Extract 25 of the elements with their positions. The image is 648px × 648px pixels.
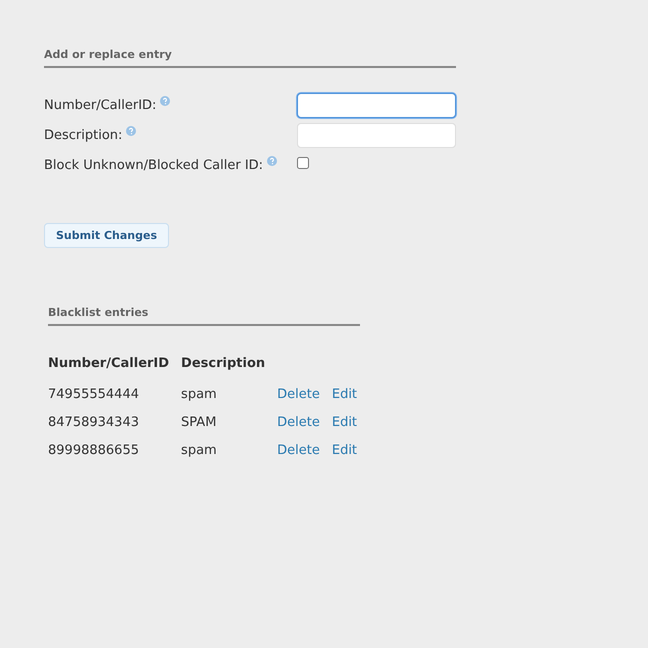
action-link[interactable]: Edit <box>332 442 358 458</box>
table-cell-text: 89998886655 <box>48 442 140 460</box>
field-label: Block Unknown/Blocked Caller ID: <box>44 158 264 173</box>
section-title: Blacklist entries <box>48 306 360 326</box>
table-cell-text: spam <box>181 386 218 404</box>
help-icon[interactable] <box>160 96 170 106</box>
action-link[interactable]: Edit <box>332 386 358 402</box>
checkbox[interactable] <box>297 157 309 169</box>
submit-button[interactable]: Submit Changes <box>44 223 169 248</box>
field-label: Description: <box>44 128 122 143</box>
column-header: Number/CallerID <box>48 354 170 372</box>
action-link[interactable]: Delete <box>277 386 320 402</box>
action-link[interactable]: Delete <box>277 442 320 458</box>
table-cell-text: 74955554444 <box>48 386 140 404</box>
input-field[interactable] <box>297 93 456 118</box>
help-icon[interactable] <box>126 126 136 136</box>
column-header: Description <box>181 354 266 372</box>
table-cell-text: 84758934343 <box>48 414 140 432</box>
section-title: Add or replace entry <box>44 48 456 68</box>
action-link[interactable]: Delete <box>277 414 320 430</box>
table-cell-text: SPAM <box>181 414 218 432</box>
field-label: Number/CallerID: <box>44 98 156 113</box>
table-cell-text: spam <box>181 442 218 460</box>
action-link[interactable]: Edit <box>332 414 358 430</box>
help-icon[interactable] <box>267 156 278 166</box>
